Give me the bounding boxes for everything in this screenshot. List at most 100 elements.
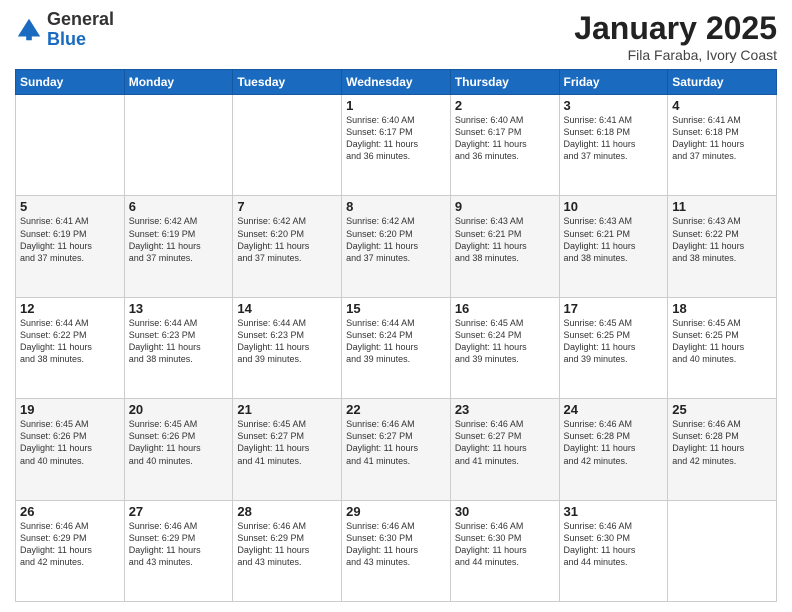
header: General Blue January 2025 Fila Faraba, I… xyxy=(15,10,777,63)
day-number: 6 xyxy=(129,199,229,214)
weekday-header-saturday: Saturday xyxy=(668,70,777,95)
day-info: Sunrise: 6:40 AM Sunset: 6:17 PM Dayligh… xyxy=(455,114,555,163)
calendar-cell: 6Sunrise: 6:42 AM Sunset: 6:19 PM Daylig… xyxy=(124,196,233,297)
day-number: 18 xyxy=(672,301,772,316)
logo-blue: Blue xyxy=(47,30,114,50)
day-number: 30 xyxy=(455,504,555,519)
weekday-header-tuesday: Tuesday xyxy=(233,70,342,95)
calendar-table: SundayMondayTuesdayWednesdayThursdayFrid… xyxy=(15,69,777,602)
day-info: Sunrise: 6:46 AM Sunset: 6:27 PM Dayligh… xyxy=(455,418,555,467)
week-row-5: 26Sunrise: 6:46 AM Sunset: 6:29 PM Dayli… xyxy=(16,500,777,601)
day-info: Sunrise: 6:42 AM Sunset: 6:20 PM Dayligh… xyxy=(237,215,337,264)
calendar-cell: 20Sunrise: 6:45 AM Sunset: 6:26 PM Dayli… xyxy=(124,399,233,500)
day-number: 23 xyxy=(455,402,555,417)
day-info: Sunrise: 6:46 AM Sunset: 6:29 PM Dayligh… xyxy=(237,520,337,569)
day-info: Sunrise: 6:43 AM Sunset: 6:21 PM Dayligh… xyxy=(455,215,555,264)
day-info: Sunrise: 6:45 AM Sunset: 6:25 PM Dayligh… xyxy=(672,317,772,366)
day-info: Sunrise: 6:46 AM Sunset: 6:27 PM Dayligh… xyxy=(346,418,446,467)
calendar-cell: 27Sunrise: 6:46 AM Sunset: 6:29 PM Dayli… xyxy=(124,500,233,601)
calendar-cell: 24Sunrise: 6:46 AM Sunset: 6:28 PM Dayli… xyxy=(559,399,668,500)
day-number: 28 xyxy=(237,504,337,519)
calendar-cell: 14Sunrise: 6:44 AM Sunset: 6:23 PM Dayli… xyxy=(233,297,342,398)
day-number: 5 xyxy=(20,199,120,214)
calendar-cell: 11Sunrise: 6:43 AM Sunset: 6:22 PM Dayli… xyxy=(668,196,777,297)
day-number: 31 xyxy=(564,504,664,519)
calendar-cell: 17Sunrise: 6:45 AM Sunset: 6:25 PM Dayli… xyxy=(559,297,668,398)
calendar-cell xyxy=(124,95,233,196)
calendar-cell: 10Sunrise: 6:43 AM Sunset: 6:21 PM Dayli… xyxy=(559,196,668,297)
logo-general: General xyxy=(47,10,114,30)
day-info: Sunrise: 6:46 AM Sunset: 6:28 PM Dayligh… xyxy=(672,418,772,467)
day-number: 29 xyxy=(346,504,446,519)
calendar-cell xyxy=(668,500,777,601)
calendar-cell: 30Sunrise: 6:46 AM Sunset: 6:30 PM Dayli… xyxy=(450,500,559,601)
day-number: 9 xyxy=(455,199,555,214)
day-info: Sunrise: 6:40 AM Sunset: 6:17 PM Dayligh… xyxy=(346,114,446,163)
day-info: Sunrise: 6:43 AM Sunset: 6:22 PM Dayligh… xyxy=(672,215,772,264)
day-info: Sunrise: 6:44 AM Sunset: 6:24 PM Dayligh… xyxy=(346,317,446,366)
day-info: Sunrise: 6:46 AM Sunset: 6:30 PM Dayligh… xyxy=(346,520,446,569)
calendar-cell: 19Sunrise: 6:45 AM Sunset: 6:26 PM Dayli… xyxy=(16,399,125,500)
day-info: Sunrise: 6:44 AM Sunset: 6:22 PM Dayligh… xyxy=(20,317,120,366)
week-row-2: 5Sunrise: 6:41 AM Sunset: 6:19 PM Daylig… xyxy=(16,196,777,297)
day-info: Sunrise: 6:45 AM Sunset: 6:24 PM Dayligh… xyxy=(455,317,555,366)
day-number: 15 xyxy=(346,301,446,316)
weekday-header-thursday: Thursday xyxy=(450,70,559,95)
day-number: 17 xyxy=(564,301,664,316)
day-number: 13 xyxy=(129,301,229,316)
weekday-header-sunday: Sunday xyxy=(16,70,125,95)
day-info: Sunrise: 6:44 AM Sunset: 6:23 PM Dayligh… xyxy=(237,317,337,366)
title-block: January 2025 Fila Faraba, Ivory Coast xyxy=(574,10,777,63)
calendar-cell: 21Sunrise: 6:45 AM Sunset: 6:27 PM Dayli… xyxy=(233,399,342,500)
day-number: 27 xyxy=(129,504,229,519)
day-number: 14 xyxy=(237,301,337,316)
calendar-cell: 22Sunrise: 6:46 AM Sunset: 6:27 PM Dayli… xyxy=(342,399,451,500)
calendar-cell: 4Sunrise: 6:41 AM Sunset: 6:18 PM Daylig… xyxy=(668,95,777,196)
calendar-cell: 9Sunrise: 6:43 AM Sunset: 6:21 PM Daylig… xyxy=(450,196,559,297)
day-number: 12 xyxy=(20,301,120,316)
calendar-cell: 28Sunrise: 6:46 AM Sunset: 6:29 PM Dayli… xyxy=(233,500,342,601)
day-number: 10 xyxy=(564,199,664,214)
day-info: Sunrise: 6:46 AM Sunset: 6:30 PM Dayligh… xyxy=(455,520,555,569)
calendar-cell: 7Sunrise: 6:42 AM Sunset: 6:20 PM Daylig… xyxy=(233,196,342,297)
day-info: Sunrise: 6:41 AM Sunset: 6:18 PM Dayligh… xyxy=(564,114,664,163)
day-number: 24 xyxy=(564,402,664,417)
day-number: 19 xyxy=(20,402,120,417)
day-number: 21 xyxy=(237,402,337,417)
day-info: Sunrise: 6:45 AM Sunset: 6:26 PM Dayligh… xyxy=(129,418,229,467)
calendar-cell: 26Sunrise: 6:46 AM Sunset: 6:29 PM Dayli… xyxy=(16,500,125,601)
day-number: 2 xyxy=(455,98,555,113)
day-number: 16 xyxy=(455,301,555,316)
calendar-cell: 18Sunrise: 6:45 AM Sunset: 6:25 PM Dayli… xyxy=(668,297,777,398)
calendar-cell: 12Sunrise: 6:44 AM Sunset: 6:22 PM Dayli… xyxy=(16,297,125,398)
day-info: Sunrise: 6:43 AM Sunset: 6:21 PM Dayligh… xyxy=(564,215,664,264)
day-number: 8 xyxy=(346,199,446,214)
day-info: Sunrise: 6:46 AM Sunset: 6:28 PM Dayligh… xyxy=(564,418,664,467)
calendar-cell: 1Sunrise: 6:40 AM Sunset: 6:17 PM Daylig… xyxy=(342,95,451,196)
day-number: 1 xyxy=(346,98,446,113)
calendar-cell: 5Sunrise: 6:41 AM Sunset: 6:19 PM Daylig… xyxy=(16,196,125,297)
calendar-cell: 16Sunrise: 6:45 AM Sunset: 6:24 PM Dayli… xyxy=(450,297,559,398)
calendar-cell: 3Sunrise: 6:41 AM Sunset: 6:18 PM Daylig… xyxy=(559,95,668,196)
day-info: Sunrise: 6:45 AM Sunset: 6:26 PM Dayligh… xyxy=(20,418,120,467)
weekday-header-wednesday: Wednesday xyxy=(342,70,451,95)
calendar-cell: 31Sunrise: 6:46 AM Sunset: 6:30 PM Dayli… xyxy=(559,500,668,601)
calendar-cell: 15Sunrise: 6:44 AM Sunset: 6:24 PM Dayli… xyxy=(342,297,451,398)
day-info: Sunrise: 6:42 AM Sunset: 6:19 PM Dayligh… xyxy=(129,215,229,264)
day-number: 4 xyxy=(672,98,772,113)
day-info: Sunrise: 6:44 AM Sunset: 6:23 PM Dayligh… xyxy=(129,317,229,366)
day-number: 3 xyxy=(564,98,664,113)
day-number: 26 xyxy=(20,504,120,519)
page: General Blue January 2025 Fila Faraba, I… xyxy=(0,0,792,612)
weekday-header-friday: Friday xyxy=(559,70,668,95)
logo-text: General Blue xyxy=(47,10,114,50)
day-info: Sunrise: 6:42 AM Sunset: 6:20 PM Dayligh… xyxy=(346,215,446,264)
subtitle: Fila Faraba, Ivory Coast xyxy=(574,47,777,63)
week-row-1: 1Sunrise: 6:40 AM Sunset: 6:17 PM Daylig… xyxy=(16,95,777,196)
day-number: 11 xyxy=(672,199,772,214)
day-info: Sunrise: 6:46 AM Sunset: 6:29 PM Dayligh… xyxy=(20,520,120,569)
calendar-cell: 25Sunrise: 6:46 AM Sunset: 6:28 PM Dayli… xyxy=(668,399,777,500)
week-row-4: 19Sunrise: 6:45 AM Sunset: 6:26 PM Dayli… xyxy=(16,399,777,500)
weekday-header-monday: Monday xyxy=(124,70,233,95)
calendar-cell: 8Sunrise: 6:42 AM Sunset: 6:20 PM Daylig… xyxy=(342,196,451,297)
